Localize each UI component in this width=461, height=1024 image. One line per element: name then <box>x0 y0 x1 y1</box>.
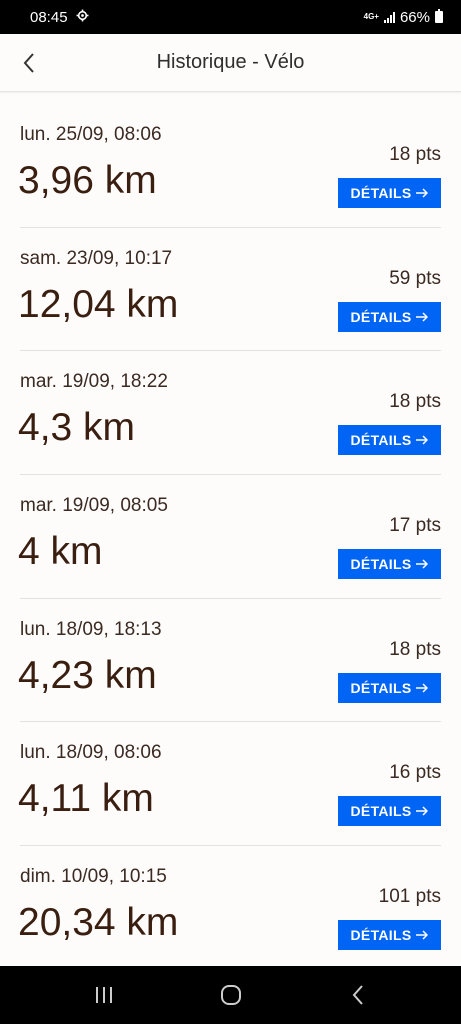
home-icon <box>220 985 241 1005</box>
status-bar: 08:45 4G+ 66% <box>0 0 461 34</box>
details-button[interactable]: DÉTAILS <box>338 549 441 580</box>
battery-level: 66% <box>399 8 430 26</box>
details-button-label: DÉTAILS <box>350 556 412 573</box>
back-button[interactable] <box>14 48 44 78</box>
list-item: sam. 23/09, 10:17 12,04 km 59 pts DÉTAIL… <box>18 228 441 352</box>
list-item: lun. 25/09, 08:06 3,96 km 18 pts DÉTAILS <box>18 104 441 228</box>
status-time: 08:45 <box>30 8 68 26</box>
ride-date: mar. 19/09, 18:22 <box>20 371 168 393</box>
arrow-right-icon <box>416 559 429 569</box>
ride-distance: 12,04 km <box>18 282 179 326</box>
ride-points: 18 pts <box>389 391 441 413</box>
network-type: 4G+ <box>363 12 379 21</box>
ride-date: mar. 19/09, 08:05 <box>20 495 168 517</box>
arrow-right-icon <box>416 930 429 940</box>
arrow-right-icon <box>416 435 429 445</box>
signal-icon <box>383 11 395 23</box>
ride-distance: 3,96 km <box>18 159 157 202</box>
details-button-label: DÉTAILS <box>350 927 412 944</box>
arrow-right-icon <box>416 188 429 198</box>
details-button-label: DÉTAILS <box>350 679 412 696</box>
list-item: dim. 10/09, 10:15 20,34 km 101 pts DÉTAI… <box>18 846 441 966</box>
ride-date: dim. 10/09, 10:15 <box>20 866 167 888</box>
home-button[interactable] <box>201 975 261 1015</box>
ride-date: lun. 18/09, 18:13 <box>20 618 162 640</box>
list-item: lun. 18/09, 08:06 4,11 km 16 pts DÉTAILS <box>18 722 441 847</box>
recent-apps-icon <box>95 987 112 1003</box>
ride-points: 101 pts <box>378 886 441 908</box>
ride-distance: 4 km <box>18 530 103 574</box>
system-nav-bar <box>0 966 461 1024</box>
ride-distance: 4,11 km <box>18 777 154 821</box>
ride-distance: 20,34 km <box>18 901 179 945</box>
gear-icon <box>76 9 89 26</box>
nav-back-button[interactable] <box>328 975 388 1015</box>
details-button-label: DÉTAILS <box>350 185 412 201</box>
arrow-right-icon <box>416 806 429 816</box>
page-title: Historique - Vélo <box>156 51 305 73</box>
battery-icon <box>435 9 443 23</box>
ride-points: 17 pts <box>389 515 441 537</box>
details-button[interactable]: DÉTAILS <box>338 425 441 456</box>
back-icon <box>352 985 363 1005</box>
back-chevron-icon <box>23 53 34 73</box>
arrow-right-icon <box>416 683 429 693</box>
ride-distance: 4,23 km <box>18 653 157 697</box>
ride-date: lun. 25/09, 08:06 <box>20 124 162 145</box>
ride-distance: 4,3 km <box>18 406 136 450</box>
list-item: mar. 19/09, 08:05 4 km 17 pts DÉTAILS <box>18 475 441 599</box>
details-button[interactable]: DÉTAILS <box>338 672 441 703</box>
list-item: mar. 19/09, 18:22 4,3 km 18 pts DÉTAILS <box>18 351 441 476</box>
ride-points: 16 pts <box>389 762 441 784</box>
details-button[interactable]: DÉTAILS <box>338 920 441 951</box>
ride-points: 59 pts <box>389 267 441 289</box>
ride-date: sam. 23/09, 10:17 <box>20 247 173 269</box>
details-button-label: DÉTAILS <box>350 308 412 325</box>
ride-history-list[interactable]: lun. 25/09, 08:06 3,96 km 18 pts DÉTAILS… <box>0 104 461 966</box>
ride-date: lun. 18/09, 08:06 <box>20 742 162 764</box>
details-button-label: DÉTAILS <box>350 432 412 449</box>
app-bar: Historique - Vélo <box>0 34 461 92</box>
details-button[interactable]: DÉTAILS <box>338 796 441 827</box>
details-button[interactable]: DÉTAILS <box>338 178 441 208</box>
details-button-label: DÉTAILS <box>350 803 412 820</box>
ride-points: 18 pts <box>389 638 441 660</box>
recent-apps-button[interactable] <box>74 975 134 1015</box>
list-item: lun. 18/09, 18:13 4,23 km 18 pts DÉTAILS <box>18 599 441 723</box>
arrow-right-icon <box>416 312 429 322</box>
details-button[interactable]: DÉTAILS <box>338 301 441 332</box>
ride-points: 18 pts <box>389 144 441 165</box>
